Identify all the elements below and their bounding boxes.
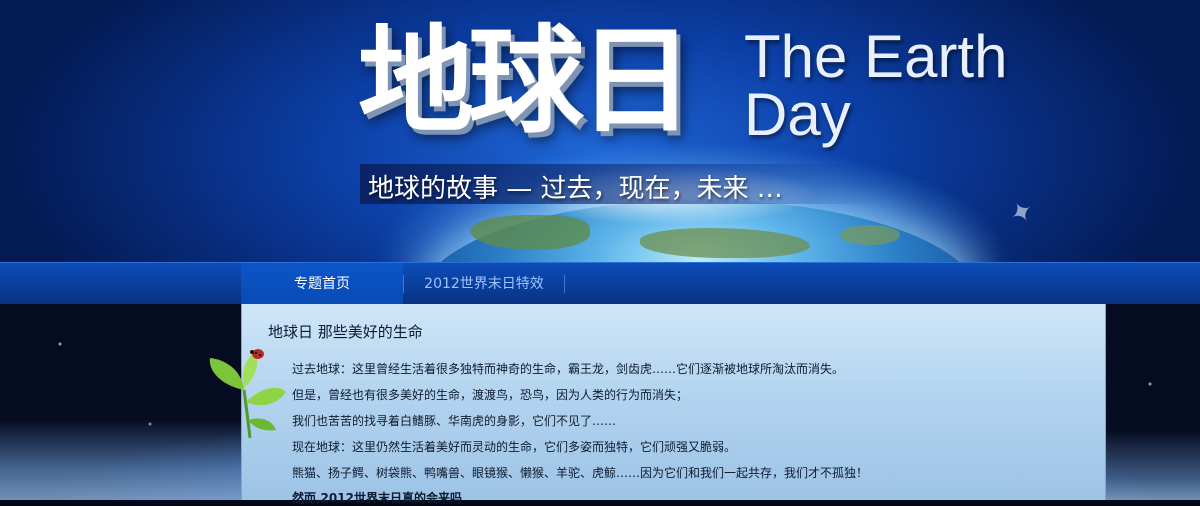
tab-home[interactable]: 专题首页 <box>241 263 403 305</box>
content-heading: 地球日 那些美好的生命 <box>268 323 423 341</box>
earth-glow-right <box>1104 430 1200 500</box>
banner-title-cn: 地球日 <box>358 14 694 149</box>
banner-title-en: The Earth Day <box>744 23 1014 148</box>
banner-title-en-line2: Day <box>744 81 851 148</box>
header-banner: ✦ 地球日 The Earth Day 地球的故事 — 过去，现在，未来 … <box>0 0 1200 262</box>
paragraph: 现在地球：这里仍然生活着美好而灵动的生命，它们多姿而独特，它们顽强又脆弱。 <box>292 440 737 454</box>
sprout-icon <box>209 349 286 439</box>
banner-title-en-line1: The Earth <box>744 23 1008 90</box>
paragraph: 但是，曾经也有很多美好的生命，渡渡鸟，恐鸟，因为人类的行为而消失； <box>292 388 689 402</box>
satellite-icon: ✦ <box>1003 192 1041 233</box>
nav-divider <box>403 275 404 293</box>
earth-land <box>840 225 900 245</box>
paragraph: 我们也苦苦的找寻着白鳍豚、华南虎的身影，它们不见了…… <box>292 414 617 428</box>
paragraph: 熊猫、扬子鳄、树袋熊、鸭嘴兽、眼镜猴、懒猴、羊驼、虎鲸……因为它们和我们一起共存… <box>292 466 869 480</box>
main-nav: 专题首页 2012世界末日特效 <box>0 262 1200 305</box>
banner-subtitle: 地球的故事 — 过去，现在，未来 … <box>368 174 783 204</box>
content-panel: 地球日 那些美好的生命 过去地球：这里曾经生活着很多独特而神奇的生命，霸王龙，剑… <box>241 304 1106 505</box>
paragraph-question: 然而,2012世界末日真的会来吗 <box>292 491 462 505</box>
tab-2012-effects[interactable]: 2012世界末日特效 <box>404 263 564 305</box>
nav-divider <box>564 275 565 293</box>
paragraph: 过去地球：这里曾经生活着很多独特而神奇的生命，霸王龙，剑齿虎……它们逐渐被地球所… <box>292 362 845 376</box>
